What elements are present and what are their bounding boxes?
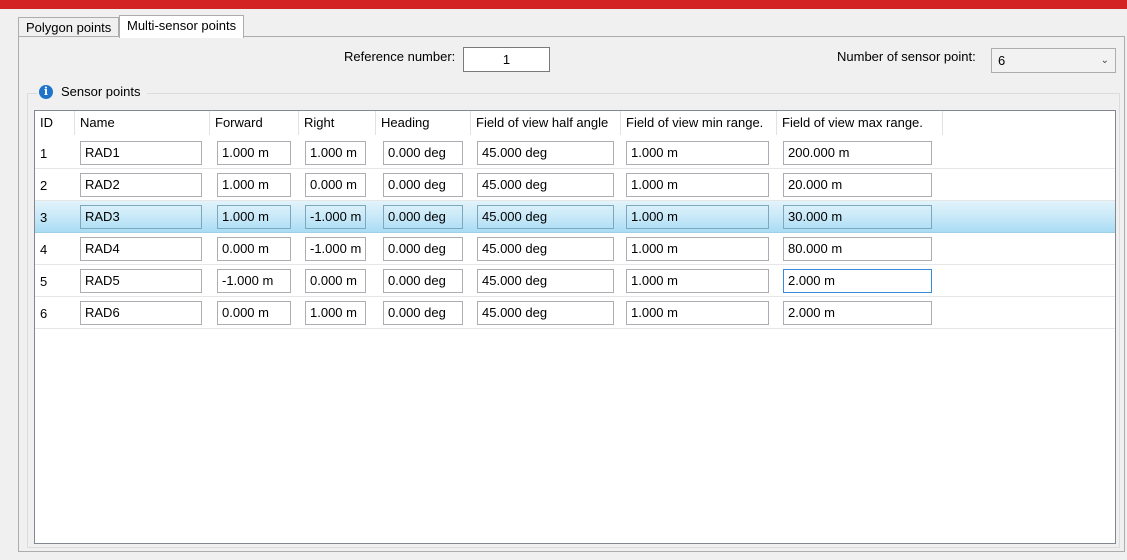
- half-angle-field[interactable]: 45.000 deg: [477, 237, 614, 261]
- sensor-points-table: ID Name Forward Right Heading Field of v…: [34, 110, 1116, 544]
- half-angle-field[interactable]: 45.000 deg: [477, 301, 614, 325]
- forward-field[interactable]: 1.000 m: [217, 205, 291, 229]
- right-field[interactable]: 0.000 m: [305, 173, 366, 197]
- sensor-count-label: Number of sensor point:: [837, 49, 976, 64]
- row-id: 2: [40, 178, 48, 193]
- max-range-field[interactable]: 2.000 m: [783, 301, 932, 325]
- tab-polygon-points[interactable]: Polygon points: [18, 17, 120, 37]
- max-range-field[interactable]: 20.000 m: [783, 173, 932, 197]
- max-range-field[interactable]: 30.000 m: [783, 205, 932, 229]
- column-header-heading[interactable]: Heading: [376, 111, 471, 135]
- chevron-down-icon: ⌄: [1100, 55, 1109, 66]
- max-range-field[interactable]: 80.000 m: [783, 237, 932, 261]
- forward-field[interactable]: 1.000 m: [217, 141, 291, 165]
- sensor-points-title: Sensor points: [61, 84, 141, 99]
- column-header-forward[interactable]: Forward: [210, 111, 299, 135]
- max-range-field[interactable]: 200.000 m: [783, 141, 932, 165]
- heading-field[interactable]: 0.000 deg: [383, 301, 463, 325]
- table-row[interactable]: 1 RAD1 1.000 m 1.000 m 0.000 deg 45.000 …: [35, 137, 1115, 169]
- table-row-selected[interactable]: 3 RAD3 1.000 m -1.000 m 0.000 deg 45.000…: [35, 201, 1115, 233]
- heading-field[interactable]: 0.000 deg: [383, 141, 463, 165]
- column-header-min-range[interactable]: Field of view min range.: [621, 111, 777, 135]
- half-angle-field[interactable]: 45.000 deg: [477, 141, 614, 165]
- min-range-field[interactable]: 1.000 m: [626, 301, 769, 325]
- max-range-field[interactable]: 2.000 m: [783, 269, 932, 293]
- forward-field[interactable]: 0.000 m: [217, 301, 291, 325]
- table-header: ID Name Forward Right Heading Field of v…: [35, 111, 1115, 135]
- column-header-half-angle[interactable]: Field of view half angle: [471, 111, 621, 135]
- column-header-right[interactable]: Right: [299, 111, 376, 135]
- name-field[interactable]: RAD4: [80, 237, 202, 261]
- info-icon: i: [39, 84, 53, 99]
- table-row[interactable]: 2 RAD2 1.000 m 0.000 m 0.000 deg 45.000 …: [35, 169, 1115, 201]
- name-field[interactable]: RAD5: [80, 269, 202, 293]
- heading-field[interactable]: 0.000 deg: [383, 205, 463, 229]
- multi-sensor-panel: Reference number: 1 Number of sensor poi…: [18, 36, 1125, 552]
- sensor-count-value: 6: [998, 53, 1006, 68]
- name-field[interactable]: RAD2: [80, 173, 202, 197]
- name-field[interactable]: RAD6: [80, 301, 202, 325]
- forward-field[interactable]: -1.000 m: [217, 269, 291, 293]
- min-range-field[interactable]: 1.000 m: [626, 205, 769, 229]
- row-id: 5: [40, 274, 48, 289]
- column-header-id[interactable]: ID: [35, 111, 75, 135]
- row-id: 4: [40, 242, 48, 257]
- table-row[interactable]: 6 RAD6 0.000 m 1.000 m 0.000 deg 45.000 …: [35, 297, 1115, 329]
- table-row[interactable]: 5 RAD5 -1.000 m 0.000 m 0.000 deg 45.000…: [35, 265, 1115, 297]
- row-id: 3: [40, 210, 48, 225]
- column-header-name[interactable]: Name: [75, 111, 210, 135]
- brand-top-bar: [0, 0, 1127, 9]
- half-angle-field[interactable]: 45.000 deg: [477, 269, 614, 293]
- tab-multi-sensor-points[interactable]: Multi-sensor points: [119, 15, 245, 38]
- heading-field[interactable]: 0.000 deg: [383, 173, 463, 197]
- min-range-field[interactable]: 1.000 m: [626, 173, 769, 197]
- right-field[interactable]: -1.000 m: [305, 237, 366, 261]
- column-header-max-range[interactable]: Field of view max range.: [777, 111, 943, 135]
- table-row[interactable]: 4 RAD4 0.000 m -1.000 m 0.000 deg 45.000…: [35, 233, 1115, 265]
- heading-field[interactable]: 0.000 deg: [383, 269, 463, 293]
- min-range-field[interactable]: 1.000 m: [626, 141, 769, 165]
- reference-number-label: Reference number:: [344, 49, 456, 64]
- row-id: 6: [40, 306, 48, 321]
- min-range-field[interactable]: 1.000 m: [626, 269, 769, 293]
- forward-field[interactable]: 1.000 m: [217, 173, 291, 197]
- right-field[interactable]: 0.000 m: [305, 269, 366, 293]
- half-angle-field[interactable]: 45.000 deg: [477, 173, 614, 197]
- right-field[interactable]: 1.000 m: [305, 301, 366, 325]
- name-field[interactable]: RAD3: [80, 205, 202, 229]
- row-id: 1: [40, 146, 48, 161]
- sensor-count-dropdown[interactable]: 6 ⌄: [991, 48, 1116, 73]
- sensor-points-group-title: i Sensor points: [37, 84, 147, 99]
- right-field[interactable]: 1.000 m: [305, 141, 366, 165]
- name-field[interactable]: RAD1: [80, 141, 202, 165]
- min-range-field[interactable]: 1.000 m: [626, 237, 769, 261]
- heading-field[interactable]: 0.000 deg: [383, 237, 463, 261]
- forward-field[interactable]: 0.000 m: [217, 237, 291, 261]
- half-angle-field[interactable]: 45.000 deg: [477, 205, 614, 229]
- reference-number-input[interactable]: 1: [463, 47, 550, 72]
- right-field[interactable]: -1.000 m: [305, 205, 366, 229]
